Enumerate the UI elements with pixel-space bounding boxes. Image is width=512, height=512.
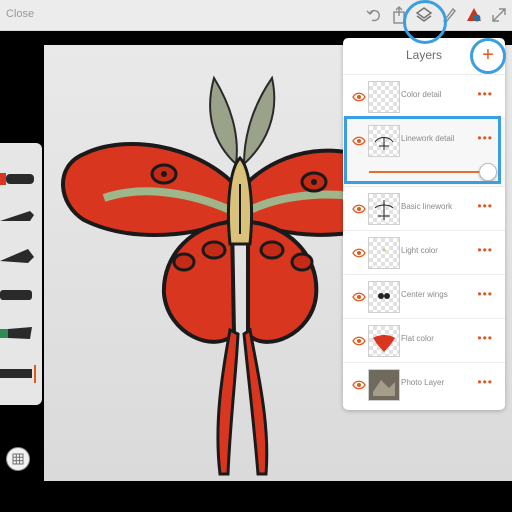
brush-5-icon[interactable] xyxy=(0,325,36,343)
layer-row[interactable]: Center wings ••• xyxy=(343,274,505,319)
brush-2-icon[interactable] xyxy=(0,207,36,225)
more-options-icon[interactable]: ••• xyxy=(477,331,493,345)
undo-icon[interactable] xyxy=(364,5,384,25)
layer-name: Light color xyxy=(401,246,438,255)
color-icon[interactable] xyxy=(464,5,484,25)
more-options-icon[interactable]: ••• xyxy=(477,287,493,301)
layer-thumbnail xyxy=(368,193,400,225)
more-options-icon[interactable]: ••• xyxy=(477,199,493,213)
layer-name: Color detail xyxy=(401,90,442,99)
brush-3-icon[interactable] xyxy=(0,247,36,265)
layer-row[interactable]: Color detail ••• xyxy=(343,74,505,119)
layer-name: Basic linework xyxy=(401,202,453,211)
eye-icon[interactable] xyxy=(352,378,366,390)
selected-layer-highlight xyxy=(344,116,501,184)
layer-name: Center wings xyxy=(401,290,448,299)
fullscreen-icon[interactable] xyxy=(489,5,509,25)
layer-name: Flat color xyxy=(401,334,434,343)
layers-icon-highlight xyxy=(403,0,447,44)
eye-icon[interactable] xyxy=(352,334,366,346)
layer-thumbnail xyxy=(368,325,400,357)
layer-row[interactable]: Photo Layer ••• xyxy=(343,362,505,407)
layer-thumbnail xyxy=(368,369,400,401)
layer-row[interactable]: Basic linework ••• xyxy=(343,186,505,231)
grid-icon[interactable] xyxy=(6,447,30,471)
more-options-icon[interactable]: ••• xyxy=(477,87,493,101)
more-options-icon[interactable]: ••• xyxy=(477,243,493,257)
eye-icon[interactable] xyxy=(352,202,366,214)
eye-icon[interactable] xyxy=(352,90,366,102)
moth-artwork xyxy=(61,75,384,476)
layer-thumbnail xyxy=(368,281,400,313)
layer-row[interactable]: Flat color ••• xyxy=(343,318,505,363)
add-layer-highlight xyxy=(470,38,506,74)
eye-icon[interactable] xyxy=(352,290,366,302)
more-options-icon[interactable]: ••• xyxy=(477,375,493,389)
eye-icon[interactable] xyxy=(352,246,366,258)
brush-1-icon[interactable] xyxy=(0,171,36,189)
brush-4-icon[interactable] xyxy=(0,287,36,305)
brush-tool-rail xyxy=(0,143,42,405)
layer-thumbnail xyxy=(368,81,400,113)
layers-panel: Layers + Color detail ••• Linework detai… xyxy=(343,38,505,410)
brush-6-icon[interactable] xyxy=(0,365,36,383)
close-button[interactable]: Close xyxy=(6,8,34,20)
layer-thumbnail xyxy=(368,237,400,269)
layer-row[interactable]: Light color ••• xyxy=(343,230,505,275)
layer-name: Photo Layer xyxy=(401,378,445,387)
